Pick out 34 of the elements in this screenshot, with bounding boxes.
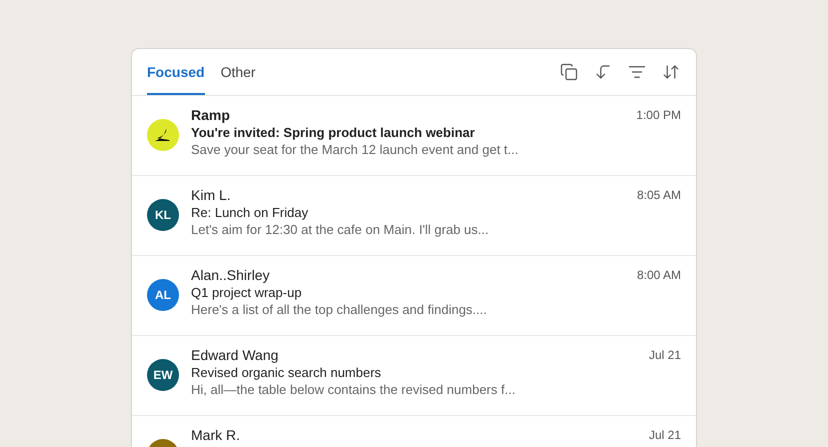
sender-name: Edward Wang — [191, 347, 278, 363]
message-time: 8:05 AM — [636, 188, 681, 202]
message-preview: Save your seat for the March 12 launch event and get t... — [191, 142, 520, 157]
filter-icon — [628, 63, 646, 81]
avatar: KL — [147, 199, 179, 231]
arrow-icon — [594, 63, 612, 81]
bird-icon — [154, 128, 172, 142]
message-time: Jul 21 — [648, 348, 681, 362]
sort-icon — [662, 63, 680, 81]
copy-button[interactable] — [559, 62, 579, 82]
message-subject: Revised organic search numbers — [191, 365, 382, 380]
tab[interactable]: Focused — [147, 49, 205, 95]
message-time: Jul 21 — [648, 428, 681, 442]
message-row[interactable]: Mark R. Jul 21 — [132, 416, 696, 447]
message-subject: Q1 project wrap-up — [191, 285, 303, 300]
avatar: AL — [147, 279, 179, 311]
sender-name: Alan..Shirley — [191, 267, 270, 283]
tab[interactable]: Other — [220, 49, 256, 95]
message-preview: Here's a list of all the top challenges and findings.... — [191, 302, 488, 317]
message-row[interactable]: KL Kim L. 8:05 AM Re: Lunch on Friday Let's aim for 12:30 at the cafe on Main. I'll grab us... — [132, 176, 696, 256]
message-subject: Re: Lunch on Friday — [191, 205, 310, 220]
message-subject: You're invited: Spring product launch webinar — [191, 125, 476, 140]
copy-icon — [560, 63, 578, 81]
message-time: 1:00 PM — [636, 108, 681, 122]
message-row[interactable]: AL Alan..Shirley 8:00 AM Q1 project wrap-up Here's a list of all the top challenges and findings.... — [132, 256, 696, 336]
message-time: 8:00 AM — [636, 268, 681, 282]
avatar: EW — [147, 359, 179, 391]
sender-name: Ramp — [191, 107, 230, 123]
sender-name: Kim L. — [191, 187, 231, 203]
message-preview: Hi, all—the table below contains the revised numbers f... — [191, 382, 516, 397]
message-row[interactable]: Ramp 1:00 PM You're invited: Spring product launch webinar Save your seat for the March 12 launch event and get t... — [132, 96, 696, 176]
sender-name: Mark R. — [191, 427, 240, 443]
message-row[interactable]: EW Edward Wang Jul 21 Revised organic search numbers Hi, all—the table below contains the revised numbers f... — [132, 336, 696, 416]
message-preview: Let's aim for 12:30 at the cafe on Main. I'll grab us... — [191, 222, 490, 237]
